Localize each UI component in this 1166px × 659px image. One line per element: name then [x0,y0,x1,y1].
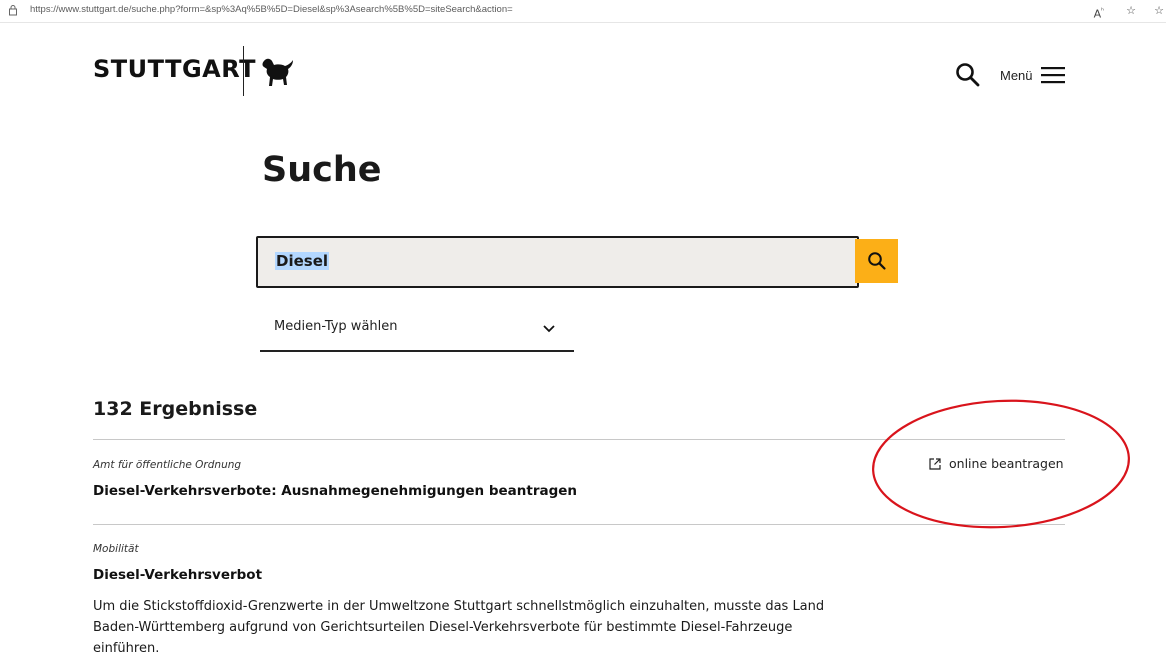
stuttgart-logo[interactable]: STUTTGART [93,55,256,83]
logo-text: STUTTGART [93,55,256,83]
result-title-link[interactable]: Diesel-Verkehrsverbote: Ausnahmegenehmig… [93,483,577,499]
result-count: 132 Ergebnisse [93,398,258,420]
stuttgart-horse-logo-icon[interactable] [260,55,296,89]
result-description-line: Baden-Württemberg aufgrund von Gerichtsu… [93,620,793,656]
logo-divider [243,46,244,96]
browser-address-bar: https://www.stuttgart.de/suche.php?form=… [0,0,1166,23]
search-icon [868,252,886,270]
collections-icon[interactable]: ☆ [1154,2,1164,20]
search-icon [956,63,980,87]
result-category: Amt für öffentliche Ordnung [93,459,242,471]
result-divider [93,524,1065,525]
search-submit-button[interactable] [855,239,898,283]
header-search-button[interactable] [955,62,981,88]
result-category: Mobilität [93,543,139,555]
external-link-icon [929,457,941,470]
menu-button[interactable]: Menü [1000,64,1065,86]
online-beantragen-link[interactable]: online beantragen [928,456,1064,471]
medien-typ-label: Medien-Typ wählen [274,319,398,334]
page-title: Suche [262,150,382,190]
chevron-down-icon [543,325,555,333]
lock-icon [9,5,17,16]
search-input[interactable]: Diesel [256,236,859,288]
address-url[interactable]: https://www.stuttgart.de/suche.php?form=… [30,4,513,15]
online-beantragen-label: online beantragen [949,456,1064,471]
read-aloud-icon[interactable]: Aʰ [1094,2,1104,21]
hamburger-icon [1040,67,1065,84]
favorite-icon[interactable]: ☆ [1126,2,1136,20]
medien-typ-select[interactable]: Medien-Typ wählen [260,312,574,352]
result-title-link[interactable]: Diesel-Verkehrsverbot [93,567,262,583]
result-description-line: Um die Stickstoffdioxid-Grenzwerte in de… [93,599,825,614]
search-input-value: Diesel [275,252,330,270]
result-divider [93,439,1065,440]
menu-label: Menü [1000,67,1033,83]
